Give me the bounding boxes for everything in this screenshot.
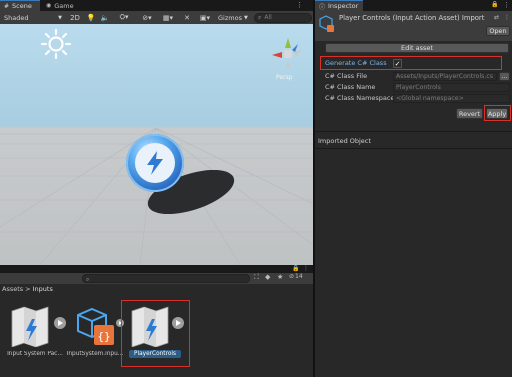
asset-name: InputSystem.inpu... [66,351,124,357]
toggle-2d-button[interactable]: 2D [68,13,82,23]
asset-name: Input System Pac... [7,351,63,357]
asset-item[interactable]: Input System Pac... [4,301,66,357]
asset-name: PlayerControls [129,350,181,358]
ball-inner-disc [135,143,175,183]
csharp-class-name-label: C# Class Name [325,83,376,91]
chevron-down-icon: ▼ [243,14,248,21]
csharp-class-namespace-field[interactable]: <Global namespace> [393,94,510,103]
favorite-star-icon[interactable]: ★ [277,273,283,281]
light-sun-icon[interactable] [40,28,72,60]
orientation-gizmo[interactable]: Persp [268,34,308,81]
browse-button[interactable]: … [499,72,510,81]
project-search-field[interactable]: ⌕ [82,274,250,283]
svg-text:{}: {} [97,330,110,343]
gizmos-label: Gizmos [218,13,242,22]
lock-icon[interactable]: 🔒 [491,1,498,8]
tools-icon[interactable]: ✕ [182,13,192,23]
filter-by-type-icon[interactable]: ⛶ [254,273,259,282]
tab-scene[interactable]: # Scene [0,0,40,11]
csharp-class-name-field[interactable]: PlayerControls [393,83,510,92]
input-actions-asset-icon [131,306,184,347]
panel-menu-icon[interactable]: ⋮ [503,1,510,9]
section-divider [315,148,512,149]
scene-toolbar: Shaded ▼ 2D 💡 🔈 ⛭▾ ⊘▾ ▦▾ ✕ ▣▾ Gizmos ▼ ⌕… [0,11,313,24]
edit-asset-button[interactable]: Edit asset [325,43,509,53]
project-toolbar: ⌕ ⛶ ◆ ★ ⊘14 [0,273,313,284]
scene-panel: # Scene ◉ Game ⋮ Shaded ▼ 2D 💡 🔈 ⛭▾ ⊘▾ ▦… [0,0,313,265]
generate-csharp-class-checkbox[interactable]: ✓ [393,59,402,68]
more-options-icon[interactable]: ⋮ [504,14,510,21]
scene-tab-bar: # Scene ◉ Game ⋮ [0,0,313,11]
search-icon: ⌕ [258,13,262,21]
shading-mode-label: Shaded [4,13,29,22]
asset-item-selected[interactable]: PlayerControls [124,301,186,358]
audio-speaker-icon[interactable]: 🔈 [100,13,110,23]
scene-viewport[interactable]: Persp [0,24,313,265]
tab-game[interactable]: ◉ Game [42,0,78,11]
lightning-icon [147,151,163,175]
open-button[interactable]: Open [486,26,510,36]
preset-settings-icon[interactable]: ⇄ [494,14,499,21]
imported-object-header: Imported Object [318,137,371,145]
script-icon: {} [77,307,124,345]
input-ball-object[interactable] [126,134,184,192]
csharp-class-file-label: C# Class File [325,72,368,80]
panel-menu-icon[interactable]: ⋮ [303,265,309,272]
generate-csharp-class-label: Generate C# Class [325,59,387,67]
gizmo-view-label[interactable]: Persp [276,74,293,81]
csharp-class-file-field[interactable]: Assets/Inputs/PlayerControls.cs [393,72,497,81]
grid-icon[interactable]: ▦▾ [160,13,176,23]
apply-button[interactable]: Apply [486,108,508,119]
csharp-class-file-row: C# Class File Assets/Inputs/PlayerContro… [315,71,512,82]
breadcrumb: Assets > Inputs [0,284,313,294]
project-top-bar: 🔒 ⋮ [0,265,313,273]
input-asset-icon [319,15,334,32]
panel-menu-icon[interactable]: ⋮ [296,1,303,9]
breadcrumb-root[interactable]: Assets [2,285,23,293]
info-icon: ⓘ [319,3,326,11]
search-icon: ⌕ [86,276,90,283]
hash-icon: # [4,2,10,10]
chevron-down-icon: ▼ [58,14,62,21]
filter-by-label-icon[interactable]: ◆ [265,273,270,281]
gamepad-icon: ◉ [46,2,52,9]
inspector-title: Player Controls (Input Action Asset) Imp… [339,14,485,22]
hidden-packages-count: 14 [295,273,303,280]
section-divider [315,131,512,132]
tab-scene-label: Scene [12,2,32,10]
camera-icon[interactable]: ▣▾ [197,13,213,23]
revert-button[interactable]: Revert [456,108,483,119]
gizmos-dropdown[interactable]: Gizmos ▼ [215,12,249,23]
scene-search-input[interactable]: All [264,14,271,21]
tab-game-label: Game [54,1,74,10]
csharp-class-namespace-label: C# Class Namespace [325,94,395,102]
effects-icon[interactable]: ⛭▾ [116,13,132,23]
csharp-class-name-row: C# Class Name PlayerControls [315,82,512,93]
lock-icon[interactable]: 🔒 [292,265,299,272]
hidden-objects-icon[interactable]: ⊘▾ [138,13,156,23]
inspector-header: Player Controls (Input Action Asset) Imp… [315,11,512,41]
hidden-packages-icon[interactable]: ⊘14 [289,273,303,280]
tab-inspector[interactable]: ⓘ Inspector [315,0,363,11]
scene-search-field[interactable]: ⌕ All [254,12,312,23]
breadcrumb-separator: > [25,285,31,293]
breadcrumb-current[interactable]: Inputs [33,285,53,293]
asset-item[interactable]: {} InputSystem.inpu... [66,301,124,357]
csharp-class-namespace-row: C# Class Namespace <Global namespace> [315,93,512,104]
inspector-panel: ⓘ Inspector 🔒 ⋮ Player Controls (Input A… [315,0,512,377]
shading-mode-dropdown[interactable]: Shaded ▼ [1,12,65,23]
input-system-package-icon [11,306,66,347]
inspector-tab-bar: ⓘ Inspector 🔒 ⋮ [315,0,512,11]
generate-csharp-class-row: Generate C# Class ✓ [315,58,512,69]
lighting-bulb-icon[interactable]: 💡 [86,13,96,23]
tab-inspector-label: Inspector [328,2,359,10]
project-panel: 🔒 ⋮ ⌕ ⛶ ◆ ★ ⊘14 Assets > Inputs Input Sy… [0,265,313,377]
